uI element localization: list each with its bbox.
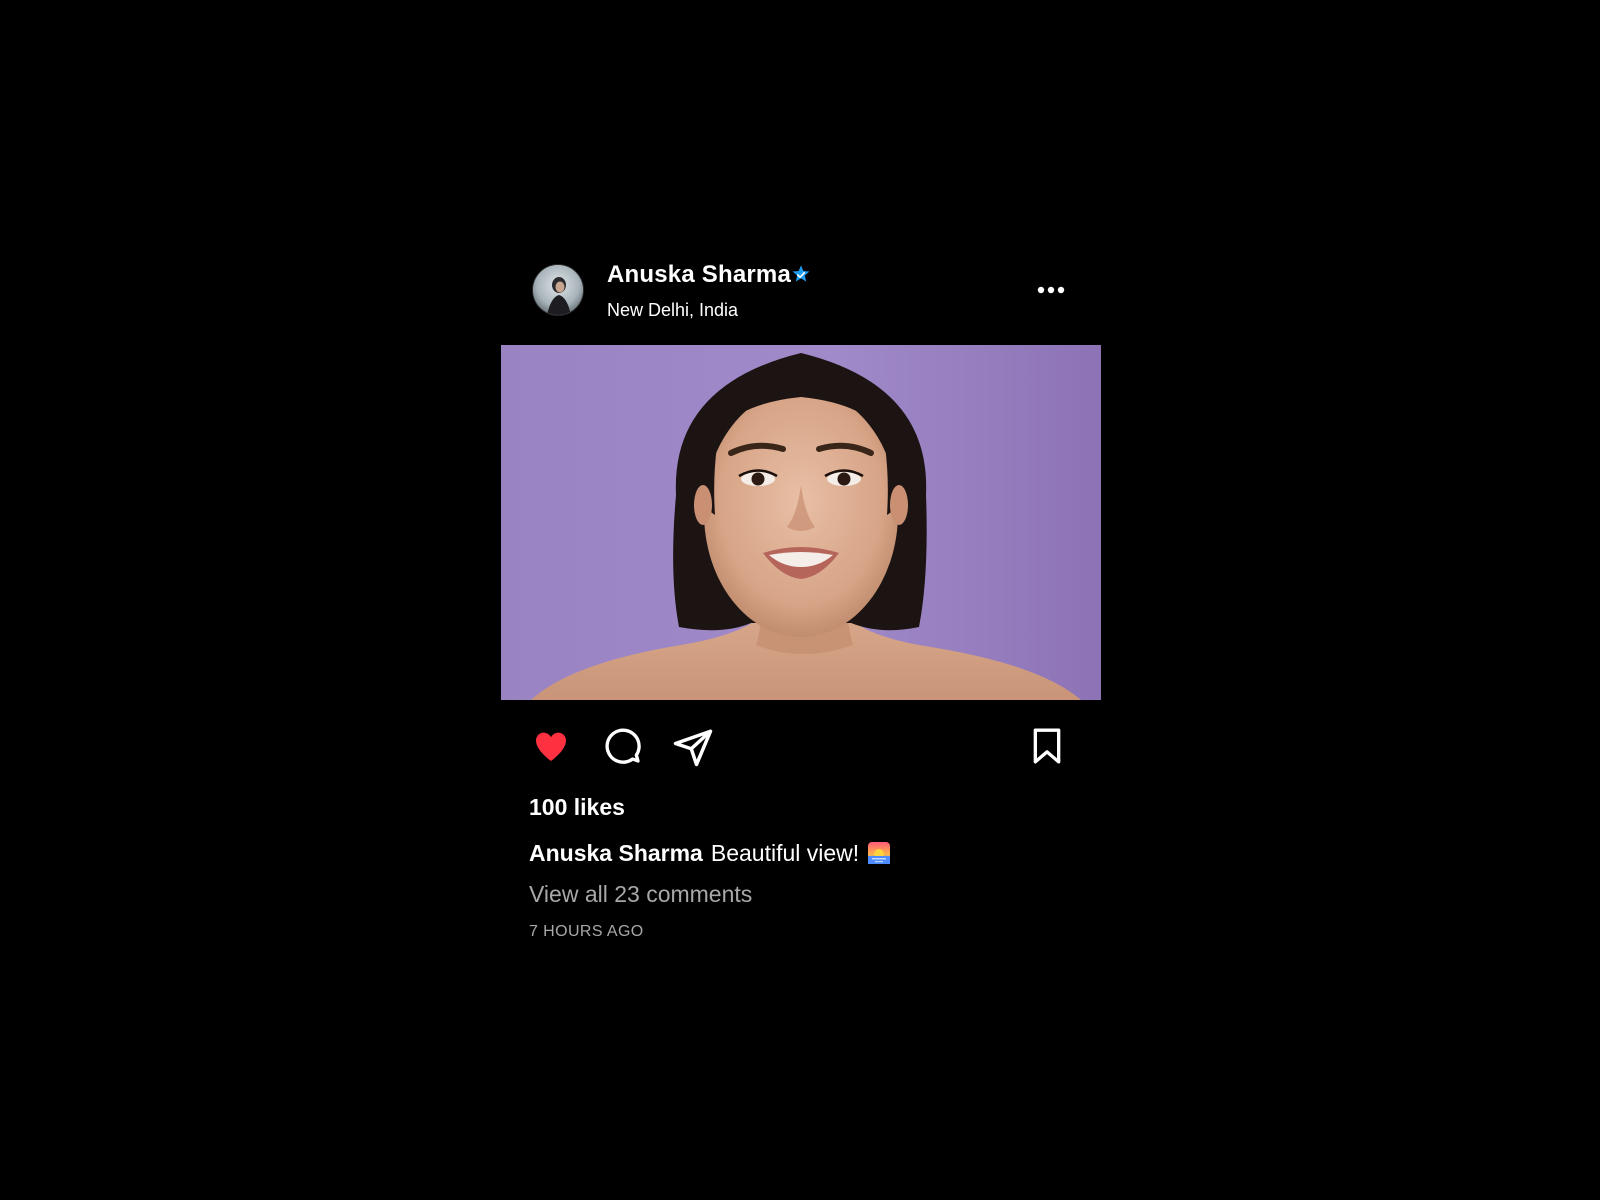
verified-badge-icon xyxy=(790,264,812,286)
username[interactable]: Anuska Sharma xyxy=(607,261,791,289)
more-options-icon[interactable] xyxy=(1031,280,1071,300)
avatar[interactable] xyxy=(533,265,583,315)
post-header: Anuska Sharma New Delhi, India xyxy=(501,258,1101,345)
likes-count[interactable]: 100 likes xyxy=(529,794,625,821)
heart-icon[interactable] xyxy=(531,726,575,770)
bookmark-icon[interactable] xyxy=(1027,726,1071,770)
send-icon[interactable] xyxy=(672,726,716,770)
avatar-image xyxy=(533,265,583,315)
page: Anuska Sharma New Delhi, India 100 likes… xyxy=(0,0,1600,1200)
caption-text: Beautiful view! xyxy=(710,840,860,866)
caption-username[interactable]: Anuska Sharma xyxy=(529,840,703,866)
sunrise-emoji-icon xyxy=(867,841,891,865)
view-comments-link[interactable]: View all 23 comments xyxy=(529,881,752,908)
post-timestamp: 7 HOURS AGO xyxy=(529,923,644,940)
location-label[interactable]: New Delhi, India xyxy=(607,300,738,321)
post-card: Anuska Sharma New Delhi, India 100 likes… xyxy=(501,258,1101,940)
caption: Anuska Sharma Beautiful view! xyxy=(529,840,891,867)
comment-icon[interactable] xyxy=(602,726,646,770)
portrait-image xyxy=(501,345,1101,700)
post-photo[interactable] xyxy=(501,345,1101,700)
post-actions xyxy=(501,700,1101,780)
